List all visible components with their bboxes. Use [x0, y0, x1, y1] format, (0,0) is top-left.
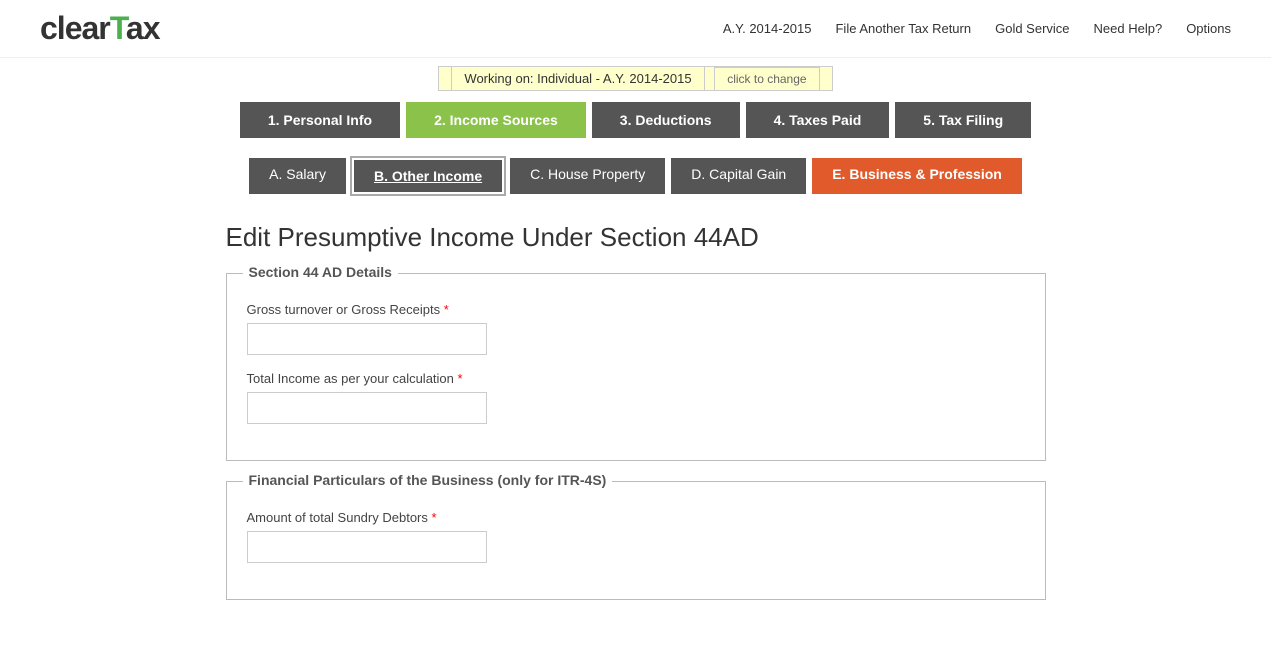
total-income-label: Total Income as per your calculation * — [247, 371, 1025, 386]
tab-deductions[interactable]: 3. Deductions — [592, 102, 740, 138]
subtab-capital-gain[interactable]: D. Capital Gain — [671, 158, 806, 194]
nav: A.Y. 2014-2015 File Another Tax Return G… — [723, 21, 1231, 36]
nav-file-return[interactable]: File Another Tax Return — [835, 21, 971, 36]
section-financial-particulars: Financial Particulars of the Business (o… — [226, 481, 1046, 600]
sundry-debtors-label: Amount of total Sundry Debtors * — [247, 510, 1025, 525]
main-content: Edit Presumptive Income Under Section 44… — [186, 222, 1086, 660]
header: clearTax A.Y. 2014-2015 File Another Tax… — [0, 0, 1271, 58]
field-group-sundry-debtors: Amount of total Sundry Debtors * — [247, 510, 1025, 563]
click-to-change[interactable]: click to change — [714, 67, 819, 91]
step-tabs: 1. Personal Info 2. Income Sources 3. De… — [0, 102, 1271, 138]
tab-personal-info[interactable]: 1. Personal Info — [240, 102, 400, 138]
total-income-input[interactable] — [247, 392, 487, 424]
sundry-debtors-input[interactable] — [247, 531, 487, 563]
section-44ad-title: Section 44 AD Details — [243, 264, 398, 280]
working-bar: Working on: Individual - A.Y. 2014-2015 … — [0, 70, 1271, 86]
sub-tabs: A. Salary B. Other Income C. House Prope… — [0, 158, 1271, 194]
financial-particulars-title: Financial Particulars of the Business (o… — [243, 472, 613, 488]
nav-options[interactable]: Options — [1186, 21, 1231, 36]
logo: clearTax — [40, 10, 160, 47]
required-marker: * — [440, 302, 449, 317]
required-marker-2: * — [454, 371, 463, 386]
field-group-total-income: Total Income as per your calculation * — [247, 371, 1025, 424]
section-44ad: Section 44 AD Details Gross turnover or … — [226, 273, 1046, 461]
tab-income-sources[interactable]: 2. Income Sources — [406, 102, 586, 138]
nav-gold-service[interactable]: Gold Service — [995, 21, 1069, 36]
page-title: Edit Presumptive Income Under Section 44… — [226, 222, 1046, 253]
subtab-business-profession[interactable]: E. Business & Profession — [812, 158, 1022, 194]
required-marker-3: * — [428, 510, 437, 525]
gross-turnover-label: Gross turnover or Gross Receipts * — [247, 302, 1025, 317]
subtab-salary[interactable]: A. Salary — [249, 158, 346, 194]
subtab-house-property[interactable]: C. House Property — [510, 158, 665, 194]
working-on-text: Working on: Individual - A.Y. 2014-2015 — [451, 66, 704, 91]
nav-ay: A.Y. 2014-2015 — [723, 21, 812, 36]
subtab-other-income[interactable]: B. Other Income — [352, 158, 504, 194]
tab-tax-filing[interactable]: 5. Tax Filing — [895, 102, 1031, 138]
nav-need-help[interactable]: Need Help? — [1094, 21, 1163, 36]
field-group-gross-turnover: Gross turnover or Gross Receipts * — [247, 302, 1025, 355]
gross-turnover-input[interactable] — [247, 323, 487, 355]
tab-taxes-paid[interactable]: 4. Taxes Paid — [746, 102, 890, 138]
